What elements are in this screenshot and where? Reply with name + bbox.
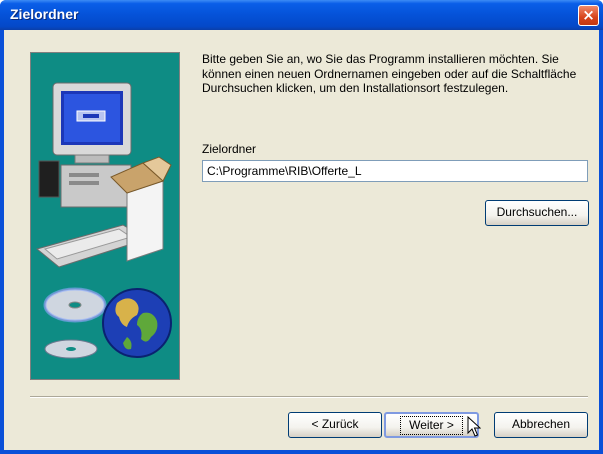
divider (30, 396, 588, 398)
title-bar[interactable]: Zielordner × (0, 0, 603, 30)
close-button[interactable]: × (578, 5, 599, 26)
target-folder-label: Zielordner (202, 142, 257, 156)
dialog-body: Bitte geben Sie an, wo Sie das Programm … (4, 30, 599, 450)
mouse-cursor-icon (467, 416, 481, 437)
instruction-text: Bitte geben Sie an, wo Sie das Programm … (202, 52, 577, 95)
next-button-label: Weiter > (400, 416, 463, 435)
cancel-button[interactable]: Abbrechen (494, 412, 588, 438)
window-title: Zielordner (10, 6, 79, 22)
installer-window: Zielordner × Bitte geben Sie an, wo Sie … (0, 0, 603, 454)
illustration-svg (35, 82, 172, 359)
browse-button[interactable]: Durchsuchen... (485, 200, 589, 226)
next-button[interactable]: Weiter > (384, 412, 479, 438)
target-path-input[interactable] (202, 160, 588, 182)
setup-illustration (30, 52, 180, 380)
back-button[interactable]: < Zurück (288, 412, 382, 438)
globe-icon (102, 288, 172, 358)
cd-icon (43, 287, 107, 359)
